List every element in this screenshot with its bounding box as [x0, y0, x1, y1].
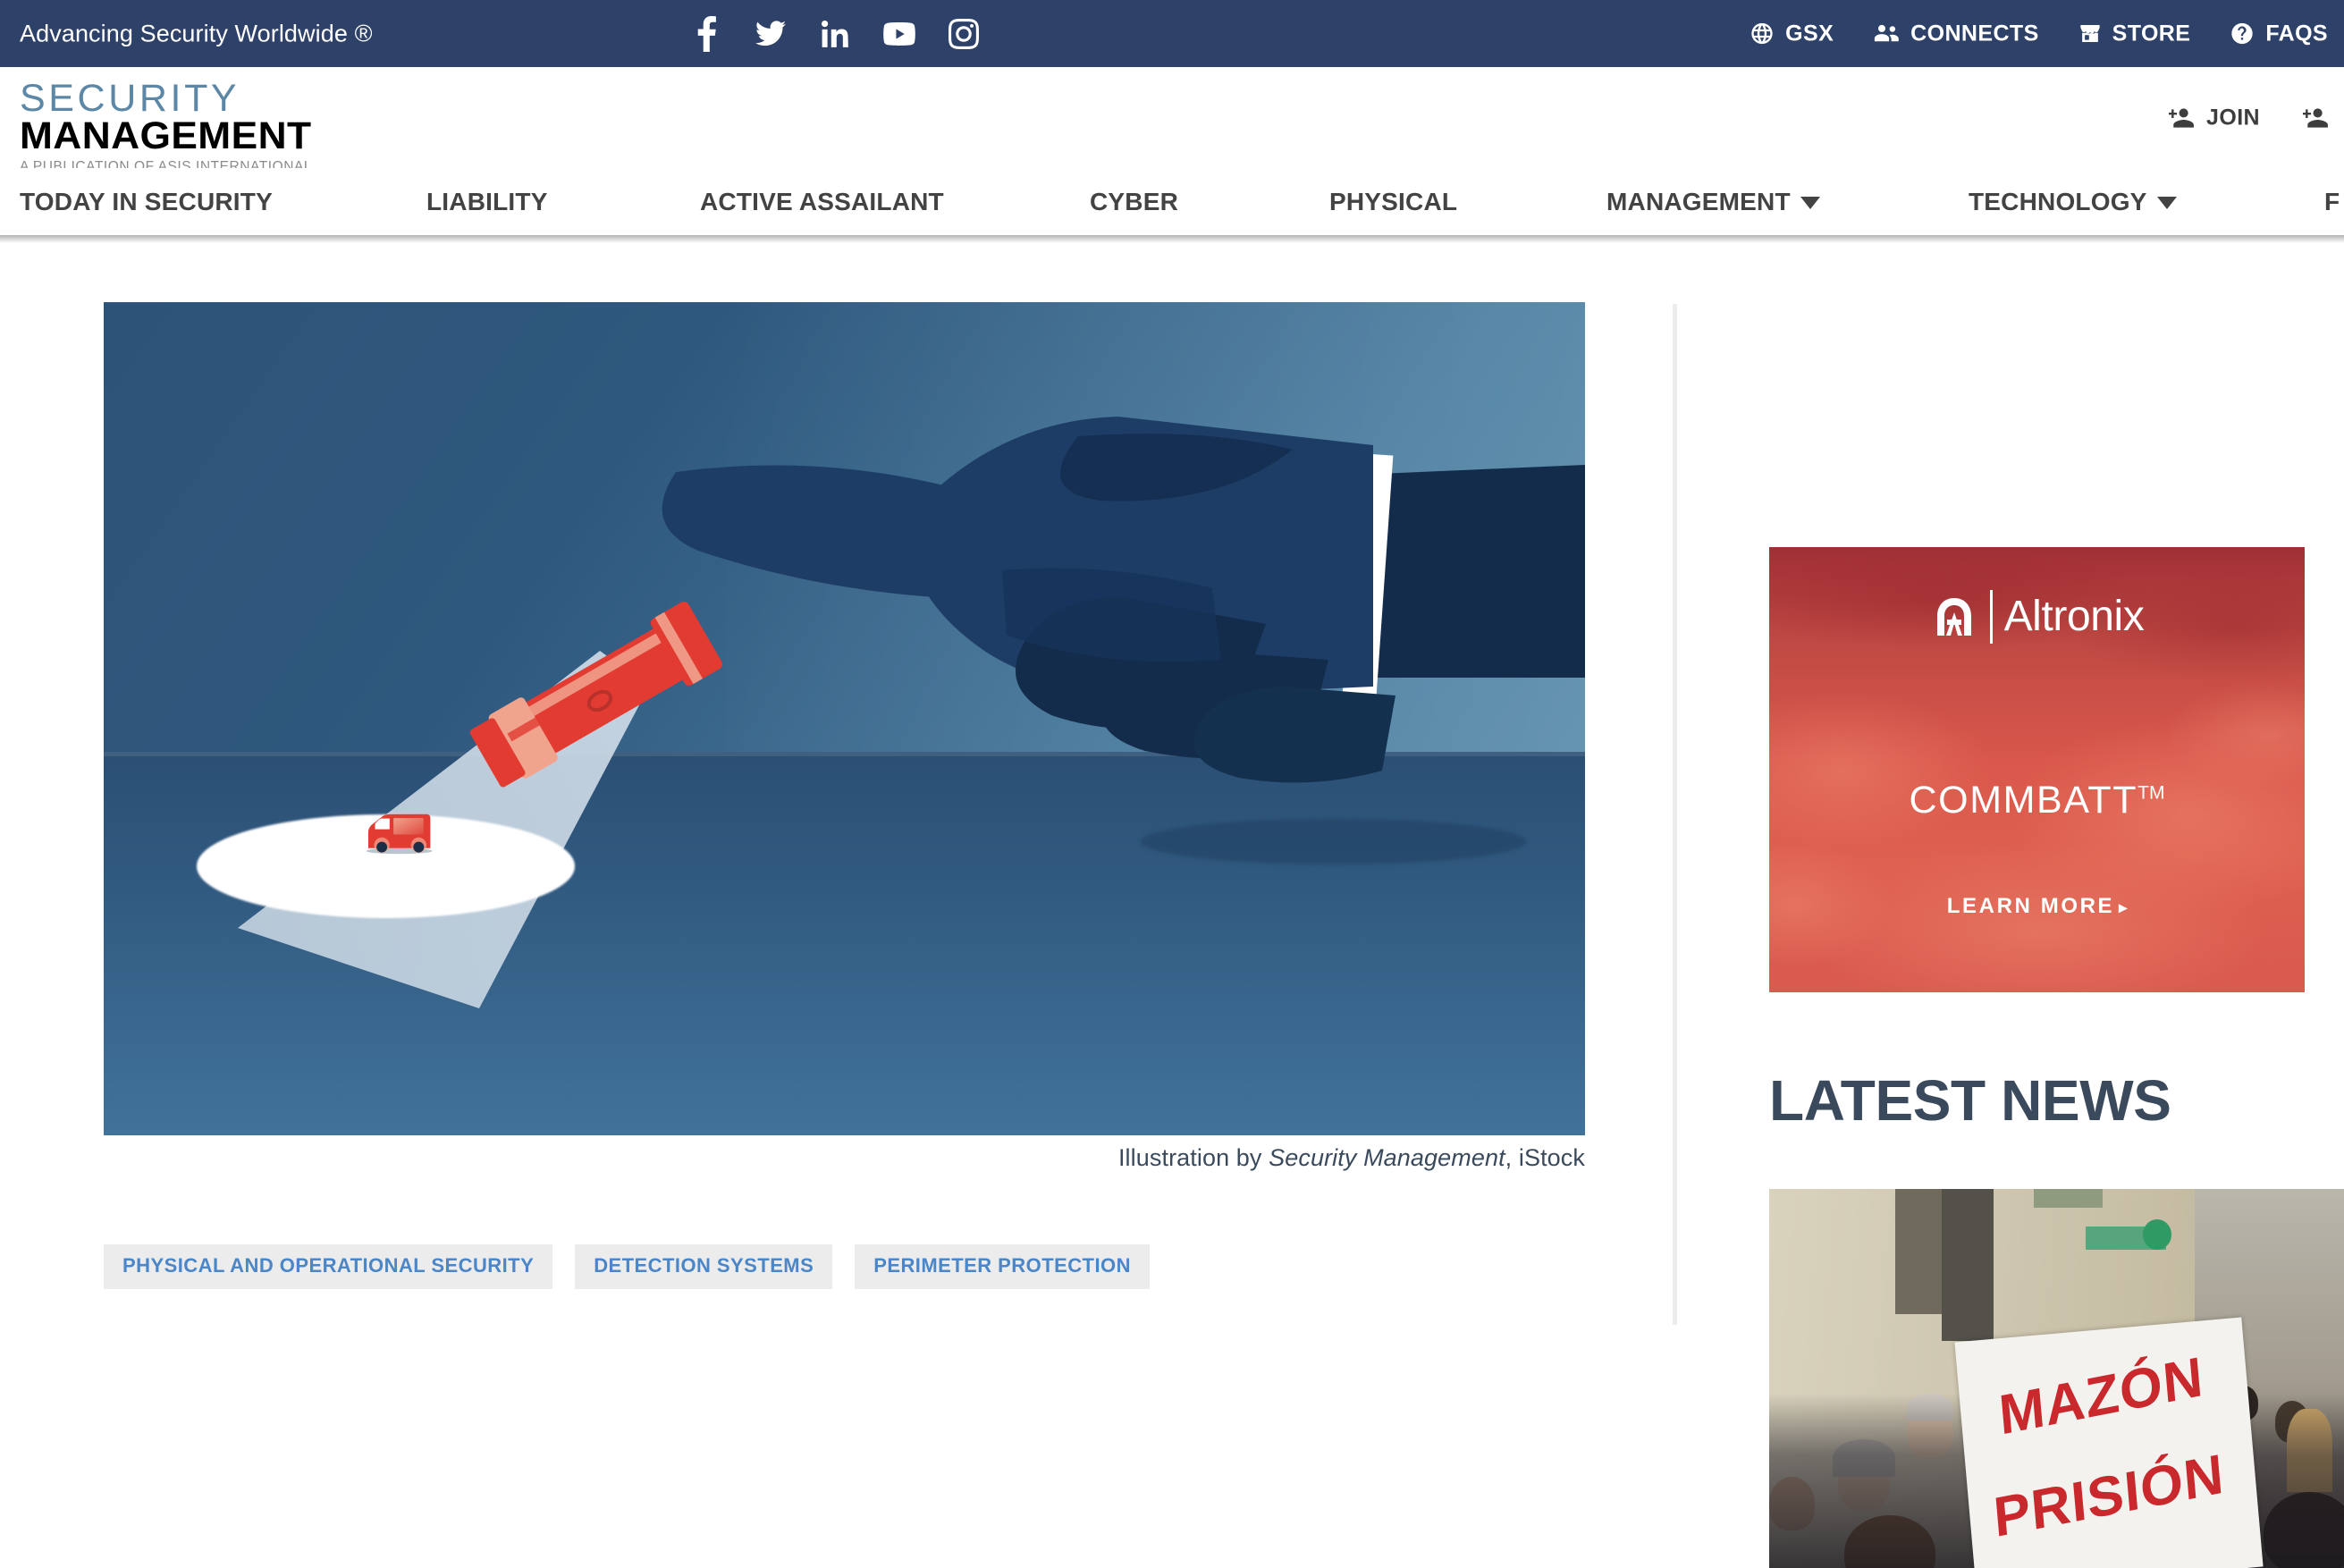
logo-line-security: SECURITY	[20, 77, 240, 120]
utility-link-connects[interactable]: CONNECTS	[1873, 21, 2038, 46]
article-tag[interactable]: DETECTION SYSTEMS	[575, 1244, 833, 1289]
hero-image-caption: Illustration by Security Management, iSt…	[104, 1144, 1585, 1172]
protest-sign-line-2: PRISIÓN	[1990, 1443, 2226, 1550]
column-divider	[1673, 304, 1677, 1325]
latest-news-story-photo[interactable]: MAZÓN PRISIÓN	[1769, 1189, 2344, 1568]
nav-item-physical[interactable]: PHYSICAL	[1329, 188, 1457, 216]
social-links	[687, 13, 983, 55]
nav-item-today-in-security[interactable]: TODAY IN SECURITY	[20, 188, 273, 216]
photo-protest-sign: MAZÓN PRISIÓN	[1954, 1317, 2263, 1568]
chevron-down-icon	[2156, 196, 2177, 209]
person-add-icon	[2169, 106, 2197, 130]
ad-brand-name: Altronix	[2003, 593, 2145, 640]
ad-trademark-symbol: TM	[2137, 782, 2165, 804]
nav-item-label: TODAY IN SECURITY	[20, 187, 273, 215]
latest-news-heading: LATEST NEWS	[1769, 1068, 2171, 1133]
join-button[interactable]: JOIN	[2169, 105, 2260, 131]
photo-doorway-inner	[1941, 1189, 1994, 1341]
utility-link-gsx[interactable]: GSX	[1750, 21, 1834, 46]
primary-navigation: TODAY IN SECURITY LIABILITY ACTIVE ASSAI…	[0, 168, 2344, 235]
top-utility-bar: Advancing Security Worldwide ® GSX CONNE…	[0, 0, 2344, 67]
utility-link-label: STORE	[2112, 21, 2191, 46]
header-shadow	[0, 235, 2344, 243]
utility-links: GSX CONNECTS STORE FAQS	[1750, 21, 2328, 46]
article-tag-list: PHYSICAL AND OPERATIONAL SECURITY DETECT…	[104, 1244, 1150, 1289]
youtube-icon[interactable]	[880, 13, 919, 55]
ad-product-text: COMMBATT	[1909, 779, 2138, 822]
article-hero-image	[104, 302, 1585, 1135]
nav-item-liability[interactable]: LIABILITY	[426, 188, 548, 216]
nav-item-label: PHYSICAL	[1329, 187, 1458, 215]
utility-link-faqs[interactable]: FAQS	[2230, 21, 2328, 46]
utility-link-label: CONNECTS	[1910, 21, 2039, 46]
utility-link-label: GSX	[1785, 21, 1834, 46]
caption-publication: Security Management	[1269, 1144, 1505, 1171]
store-icon	[2078, 22, 2102, 46]
photo-awning	[2033, 1189, 2103, 1209]
caption-suffix: , iStock	[1505, 1144, 1585, 1171]
ad-cta-button[interactable]: LEARN MORE ▸	[1769, 894, 2305, 919]
article-tag[interactable]: PHYSICAL AND OPERATIONAL SECURITY	[104, 1244, 553, 1289]
masthead-actions: JOIN	[2169, 105, 2331, 131]
ad-cta-label: LEARN MORE	[1946, 894, 2115, 918]
people-icon	[1873, 23, 1900, 45]
nav-item-label: F	[2324, 187, 2340, 215]
nav-item-management[interactable]: MANAGEMENT	[1606, 188, 1820, 216]
photo-pharmacy-sign	[2142, 1218, 2172, 1250]
gloved-hand-with-flashlight	[469, 417, 1585, 788]
protest-sign-line-1: MAZÓN	[1995, 1345, 2205, 1447]
nav-item-label: ACTIVE ASSAILANT	[700, 187, 944, 215]
sidebar-advertisement-altronix[interactable]: Altronix COMMBATTTM LEARN MORE ▸	[1769, 547, 2305, 992]
globe-icon	[1750, 21, 1775, 46]
article-tag[interactable]: PERIMETER PROTECTION	[855, 1244, 1150, 1289]
help-circle-icon	[2230, 21, 2255, 46]
nav-item-label: TECHNOLOGY	[1969, 187, 2147, 215]
site-tagline: Advancing Security Worldwide ®	[20, 20, 373, 46]
facebook-icon[interactable]	[687, 13, 726, 55]
masthead: SECURITY MANAGEMENT A PUBLICATION OF ASI…	[0, 67, 2344, 174]
utility-link-label: FAQS	[2265, 21, 2328, 46]
site-logo[interactable]: SECURITY MANAGEMENT A PUBLICATION OF ASI…	[20, 77, 324, 178]
caption-prefix: Illustration by	[1117, 1144, 1269, 1171]
nav-item-cyber[interactable]: CYBER	[1090, 188, 1178, 216]
nav-item-overflow[interactable]: F	[2324, 188, 2340, 216]
logo-line-management: MANAGEMENT	[20, 114, 312, 157]
nav-item-technology[interactable]: TECHNOLOGY	[1969, 188, 2177, 216]
utility-link-store[interactable]: STORE	[2078, 21, 2191, 46]
nav-item-label: LIABILITY	[426, 187, 548, 215]
ad-brand-lockup: Altronix	[1769, 590, 2305, 644]
nav-item-active-assailant[interactable]: ACTIVE ASSAILANT	[700, 188, 944, 216]
altronix-a-icon	[1936, 598, 1971, 636]
ad-logo-divider	[1989, 590, 1993, 644]
arrow-right-icon: ▸	[2119, 898, 2128, 916]
twitter-icon[interactable]	[751, 13, 790, 55]
nav-item-label: CYBER	[1090, 187, 1179, 215]
nav-item-label: MANAGEMENT	[1606, 187, 1791, 215]
linkedin-icon[interactable]	[815, 13, 855, 55]
join-button-label: JOIN	[2206, 105, 2260, 130]
instagram-icon[interactable]	[944, 13, 983, 55]
login-button[interactable]	[2303, 106, 2331, 130]
person-add-icon	[2303, 106, 2331, 130]
chevron-down-icon	[1800, 196, 1820, 209]
ad-product-name: COMMBATTTM	[1769, 779, 2305, 822]
